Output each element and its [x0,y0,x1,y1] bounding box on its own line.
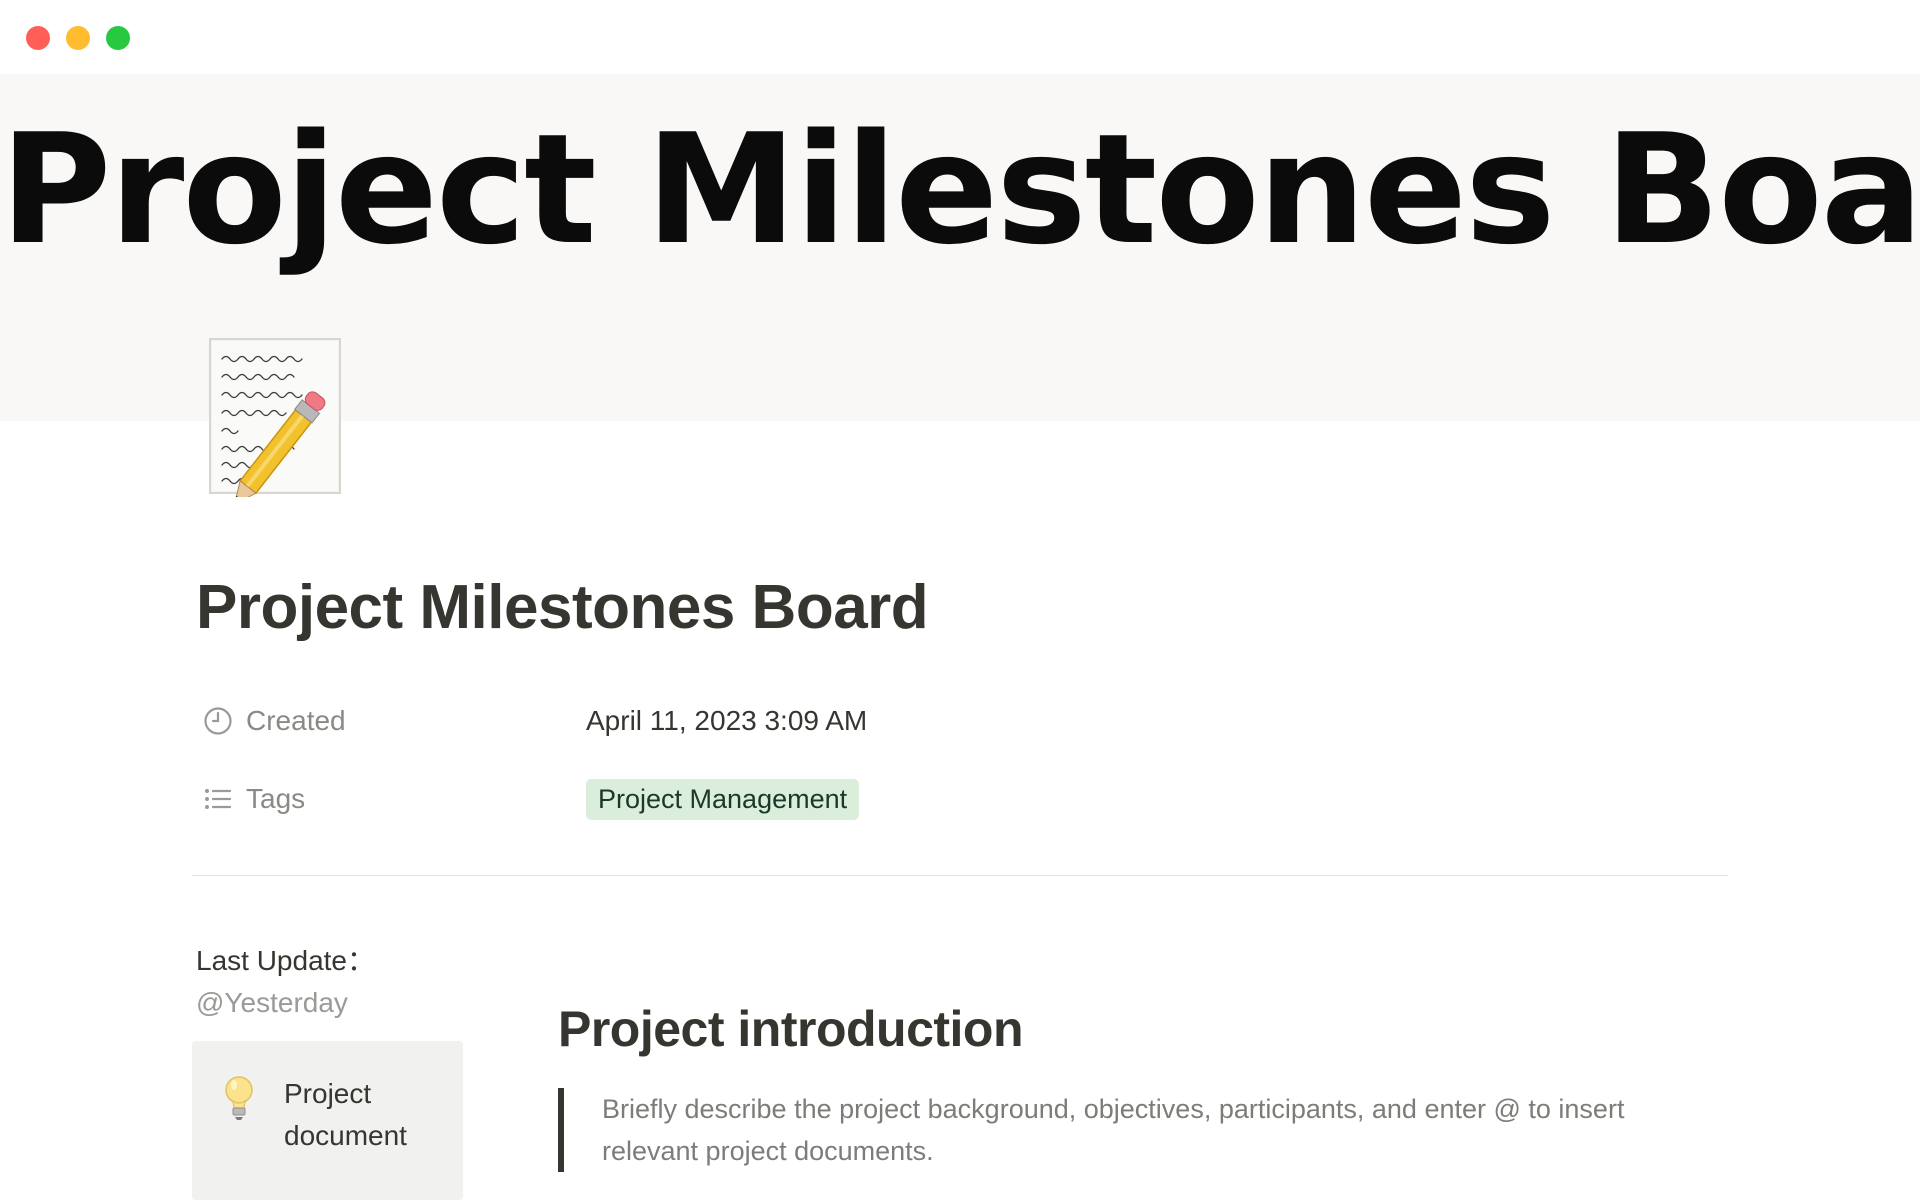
project-document-callout[interactable]: Project document [192,1041,463,1200]
list-icon [202,783,234,815]
page-title[interactable]: Project Milestones Board [196,572,929,643]
created-date-value: April 11, 2023 3:09 AM [586,705,868,736]
minimize-window-button[interactable] [66,26,90,50]
close-window-button[interactable] [26,26,50,50]
callout-text: Project document [284,1078,407,1151]
app-window: Project Milestones Board Project Milesto… [0,0,1920,1200]
property-tags[interactable]: Tags Project Management [202,774,860,824]
intro-quote[interactable]: Briefly describe the project background,… [558,1088,1702,1172]
divider [192,875,1728,876]
lightbulb-icon [222,1075,256,1121]
last-update-label: Last Update： [196,945,375,976]
maximize-window-button[interactable] [106,26,130,50]
sidebar-column: Last Update： @Yesterday [196,940,468,1024]
section-heading[interactable]: Project introduction [558,1000,1024,1058]
property-created[interactable]: Created April 11, 2023 3:09 AM [202,696,867,746]
cover-title: Project Milestones Board [0,101,1920,278]
clock-icon [202,705,234,737]
last-update-date-mention[interactable]: @Yesterday [196,982,468,1024]
tag-project-management[interactable]: Project Management [586,778,860,820]
title-bar [0,0,1920,74]
property-label: Created [246,705,346,736]
property-label: Tags [246,783,306,814]
memo-pencil-icon[interactable] [208,337,356,506]
